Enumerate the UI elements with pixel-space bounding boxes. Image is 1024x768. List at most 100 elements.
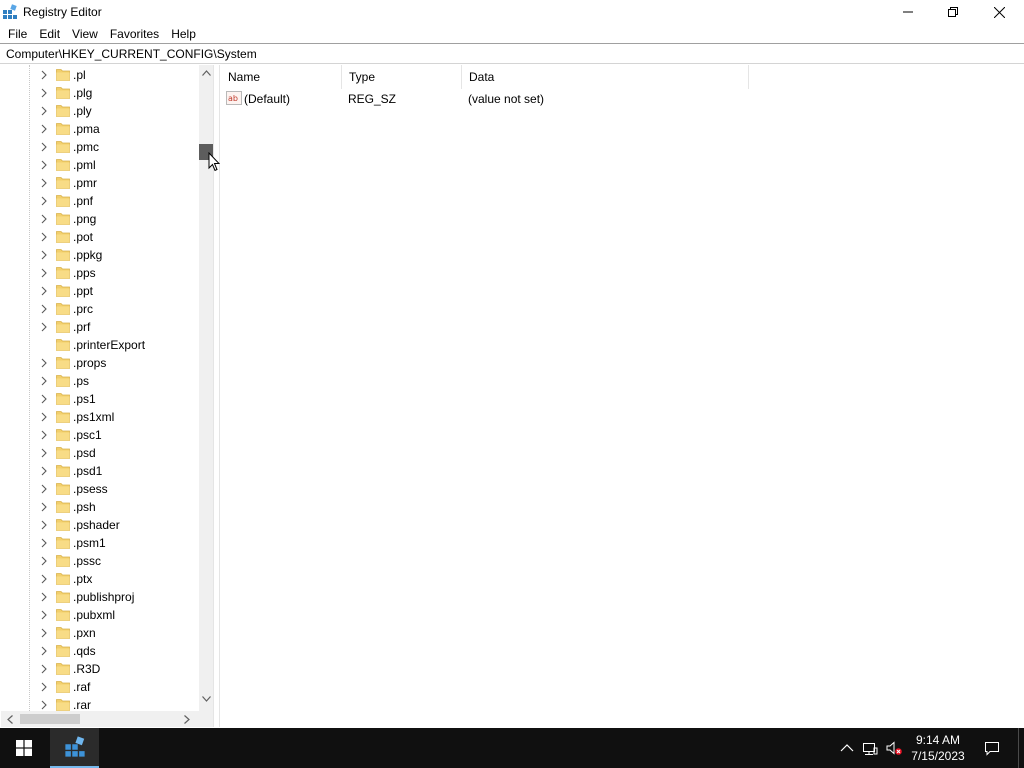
notification-icon[interactable] [984,740,1000,756]
chevron-right-icon[interactable] [39,682,49,692]
menu-favorites[interactable]: Favorites [104,25,165,43]
tree-item[interactable]: .ps1 [1,390,198,408]
chevron-right-icon[interactable] [39,304,49,314]
chevron-right-icon[interactable] [39,214,49,224]
chevron-right-icon[interactable] [39,466,49,476]
tree-item[interactable]: .ppt [1,282,198,300]
tree-item[interactable]: .ps1xml [1,408,198,426]
chevron-right-icon[interactable] [39,610,49,620]
chevron-right-icon[interactable] [39,268,49,278]
tree-item-label: .psess [73,482,108,496]
tree-item[interactable]: .pnf [1,192,198,210]
chevron-right-icon[interactable] [39,394,49,404]
scroll-up-icon[interactable] [202,70,211,76]
chevron-right-icon[interactable] [39,520,49,530]
tree-item[interactable]: .psh [1,498,198,516]
column-header-data[interactable]: Data [462,65,749,89]
scroll-down-icon[interactable] [202,696,211,702]
taskbar-registry-editor[interactable] [50,728,99,768]
chevron-right-icon[interactable] [39,142,49,152]
chevron-right-icon[interactable] [39,646,49,656]
restore-button[interactable] [930,0,976,24]
tree-item[interactable]: .ppkg [1,246,198,264]
chevron-right-icon[interactable] [39,538,49,548]
chevron-right-icon[interactable] [39,250,49,260]
tree-item[interactable]: .props [1,354,198,372]
show-desktop-button[interactable] [1018,728,1024,768]
chevron-right-icon[interactable] [39,412,49,422]
tree-item[interactable]: .pps [1,264,198,282]
tree-item[interactable]: .ply [1,102,198,120]
tree-item[interactable]: .pmc [1,138,198,156]
tree-item[interactable]: .raf [1,678,198,696]
tree-item[interactable]: .pshader [1,516,198,534]
chevron-right-icon[interactable] [39,664,49,674]
tree-item[interactable]: .psc1 [1,426,198,444]
chevron-right-icon[interactable] [39,628,49,638]
minimize-button[interactable] [885,0,931,24]
tree-item[interactable]: .pmr [1,174,198,192]
menu-file[interactable]: File [2,25,33,43]
chevron-right-icon[interactable] [39,502,49,512]
tree-item[interactable]: .psd [1,444,198,462]
chevron-right-icon[interactable] [39,106,49,116]
column-header-type[interactable]: Type [342,65,462,89]
tree-item[interactable]: .ptx [1,570,198,588]
chevron-right-icon[interactable] [39,322,49,332]
chevron-right-icon[interactable] [39,430,49,440]
chevron-right-icon[interactable] [39,700,49,710]
chevron-right-icon[interactable] [39,88,49,98]
tree-item[interactable]: .pssc [1,552,198,570]
folder-icon [56,627,70,639]
tree-item[interactable]: .psd1 [1,462,198,480]
menu-view[interactable]: View [66,25,104,43]
tree-item-label: .publishproj [73,590,135,604]
menu-edit[interactable]: Edit [33,25,66,43]
tree-item[interactable]: .pot [1,228,198,246]
tree-item[interactable]: .pl [1,66,198,84]
system-clock[interactable]: 9:14 AM 7/15/2023 [904,732,972,764]
scroll-right-icon[interactable] [184,715,190,724]
tree-item[interactable]: .pxn [1,624,198,642]
tree-item[interactable]: .png [1,210,198,228]
address-input[interactable] [2,46,1020,62]
tree-hscroll-thumb[interactable] [20,714,80,724]
tree-item[interactable]: .plg [1,84,198,102]
volume-muted-icon[interactable] [886,740,902,756]
chevron-right-icon[interactable] [39,358,49,368]
scroll-left-icon[interactable] [7,715,13,724]
network-icon[interactable] [862,740,878,756]
tree-item[interactable]: .pubxml [1,606,198,624]
tree-item[interactable]: .pml [1,156,198,174]
column-header-name[interactable]: Name [221,65,342,89]
chevron-right-icon[interactable] [39,448,49,458]
tree-item[interactable]: .pma [1,120,198,138]
tree-item[interactable]: .psess [1,480,198,498]
chevron-right-icon[interactable] [39,160,49,170]
chevron-right-icon[interactable] [39,592,49,602]
tree-item[interactable]: .psm1 [1,534,198,552]
tree-item[interactable]: .qds [1,642,198,660]
tree-item[interactable]: .ps [1,372,198,390]
chevron-right-icon[interactable] [39,286,49,296]
chevron-right-icon[interactable] [39,574,49,584]
chevron-right-icon[interactable] [39,484,49,494]
list-item[interactable]: ab (Default) REG_SZ (value not set) [221,89,749,109]
chevron-right-icon[interactable] [39,70,49,80]
tree-item[interactable]: .prc [1,300,198,318]
chevron-right-icon[interactable] [39,196,49,206]
close-button[interactable] [976,0,1022,24]
tree-horizontal-scrollbar[interactable] [1,711,199,727]
chevron-right-icon[interactable] [39,556,49,566]
tree-item[interactable]: .printerExport [1,336,198,354]
tree-item[interactable]: .prf [1,318,198,336]
chevron-up-icon[interactable] [839,740,855,756]
chevron-right-icon[interactable] [39,376,49,386]
chevron-right-icon[interactable] [39,232,49,242]
menu-help[interactable]: Help [165,25,202,43]
chevron-right-icon[interactable] [39,178,49,188]
tree-item[interactable]: .publishproj [1,588,198,606]
tree-item[interactable]: .R3D [1,660,198,678]
chevron-right-icon[interactable] [39,124,49,134]
start-button[interactable] [0,728,48,768]
